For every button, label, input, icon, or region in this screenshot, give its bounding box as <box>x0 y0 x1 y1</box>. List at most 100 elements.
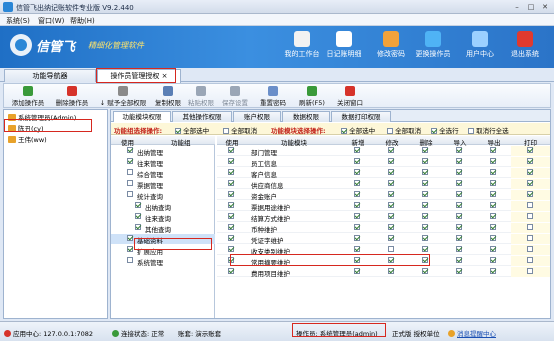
permission-checkbox[interactable] <box>526 224 533 230</box>
function-row[interactable]: 资金账户 <box>217 190 550 201</box>
function-row[interactable]: 收支类别维护 <box>217 245 550 256</box>
permission-checkbox[interactable] <box>422 180 428 186</box>
nav-button-5[interactable]: 退出系统 <box>505 29 545 66</box>
tab-account-permissions[interactable]: 账户权限 <box>233 111 281 122</box>
nav-button-1[interactable]: 日记账明细 <box>324 29 364 66</box>
use-checkbox[interactable] <box>228 257 234 263</box>
permission-checkbox[interactable] <box>388 169 394 175</box>
operator-node-ww[interactable]: 王伟(ww) <box>8 134 47 144</box>
group-checkbox[interactable] <box>127 235 133 241</box>
group-checkbox[interactable] <box>135 202 141 208</box>
nav-button-2[interactable]: 修改密码 <box>371 29 411 66</box>
tab-data-permissions[interactable]: 数据权限 <box>282 111 330 122</box>
function-row[interactable]: 凭证字维护 <box>217 234 550 245</box>
use-checkbox[interactable] <box>228 268 234 274</box>
permission-checkbox[interactable] <box>526 213 533 219</box>
permission-checkbox[interactable] <box>456 268 462 274</box>
module-cancel-all[interactable]: 全部取消 <box>387 125 421 135</box>
use-checkbox[interactable] <box>228 191 234 197</box>
module-group-row[interactable]: 系统管理 <box>111 256 215 267</box>
permission-checkbox[interactable] <box>456 246 462 252</box>
permission-checkbox[interactable] <box>388 180 394 186</box>
group-checkbox[interactable] <box>135 224 141 230</box>
module-group-row[interactable]: 综合管理 <box>111 168 215 179</box>
toolbar-button-6[interactable]: 重置密码 <box>254 85 292 107</box>
group-checkbox[interactable] <box>127 180 133 186</box>
permission-checkbox[interactable] <box>490 158 496 164</box>
permission-checkbox[interactable] <box>456 169 462 175</box>
permission-checkbox[interactable] <box>526 191 533 197</box>
module-group-row[interactable]: 出纳查询 <box>111 201 215 212</box>
select-all-rows[interactable]: 全选行 <box>431 125 459 135</box>
toolbar-button-1[interactable]: 删除操作员 <box>52 85 92 107</box>
permission-checkbox[interactable] <box>490 202 496 208</box>
use-checkbox[interactable] <box>228 246 234 252</box>
permission-checkbox[interactable] <box>354 191 360 197</box>
nav-button-4[interactable]: 用户中心 <box>460 29 500 66</box>
permission-checkbox[interactable] <box>354 224 360 230</box>
permission-checkbox[interactable] <box>388 158 394 164</box>
permission-checkbox[interactable] <box>456 213 462 219</box>
permission-checkbox[interactable] <box>490 213 496 219</box>
tab-close-icon[interactable]: × <box>162 72 168 80</box>
permission-checkbox[interactable] <box>490 268 496 274</box>
permission-checkbox[interactable] <box>354 268 360 274</box>
module-select-all[interactable]: 全部选中 <box>341 125 375 135</box>
permission-checkbox[interactable] <box>388 213 394 219</box>
module-group-row[interactable]: 出纳管理 <box>111 146 215 157</box>
permission-checkbox[interactable] <box>526 235 533 241</box>
permission-checkbox[interactable] <box>490 147 496 153</box>
permission-checkbox[interactable] <box>490 180 496 186</box>
operator-node-cy[interactable]: 陈丑(cy) <box>8 123 44 133</box>
use-checkbox[interactable] <box>228 213 234 219</box>
tab-function-navigator[interactable]: 功能导航器 <box>4 69 96 82</box>
minimize-icon[interactable]: – <box>510 2 524 12</box>
function-row[interactable]: 票据用途维护 <box>217 201 550 212</box>
permission-checkbox[interactable] <box>388 191 394 197</box>
permission-checkbox[interactable] <box>526 246 533 252</box>
group-checkbox[interactable] <box>127 147 133 153</box>
operator-node-admin[interactable]: 系统管理员(Admin) <box>8 112 76 122</box>
permission-checkbox[interactable] <box>526 202 533 208</box>
permission-checkbox[interactable] <box>526 180 533 186</box>
group-select-all[interactable]: 全部选中 <box>175 125 209 135</box>
permission-checkbox[interactable] <box>388 147 394 153</box>
use-checkbox[interactable] <box>228 235 234 241</box>
module-group-row[interactable]: 扩展应用 <box>111 245 215 256</box>
permission-checkbox[interactable] <box>388 202 394 208</box>
permission-checkbox[interactable] <box>354 147 360 153</box>
permission-checkbox[interactable] <box>422 246 428 252</box>
module-group-row[interactable]: 往来管理 <box>111 157 215 168</box>
function-row[interactable]: 员工信息 <box>217 157 550 168</box>
permission-checkbox[interactable] <box>526 158 533 164</box>
permission-checkbox[interactable] <box>422 158 428 164</box>
module-group-row[interactable]: 其他查询 <box>111 223 215 234</box>
permission-checkbox[interactable] <box>490 191 496 197</box>
use-checkbox[interactable] <box>228 158 234 164</box>
permission-checkbox[interactable] <box>526 257 533 263</box>
permission-checkbox[interactable] <box>490 235 496 241</box>
group-checkbox[interactable] <box>127 169 133 175</box>
permission-checkbox[interactable] <box>354 235 360 241</box>
permission-checkbox[interactable] <box>456 147 462 153</box>
permission-checkbox[interactable] <box>456 180 462 186</box>
permission-checkbox[interactable] <box>388 235 394 241</box>
permission-checkbox[interactable] <box>456 257 462 263</box>
nav-button-3[interactable]: 更换操作员 <box>413 29 453 66</box>
tab-module-permissions[interactable]: 功能模块权限 <box>113 111 171 122</box>
permission-checkbox[interactable] <box>388 268 394 274</box>
permission-checkbox[interactable] <box>388 257 394 263</box>
cancel-all-rows[interactable]: 取消行全选 <box>468 125 509 135</box>
toolbar-button-7[interactable]: 刷新(F5) <box>294 85 330 107</box>
use-checkbox[interactable] <box>228 180 234 186</box>
module-group-row[interactable]: 基础资料 <box>111 234 215 245</box>
permission-checkbox[interactable] <box>526 147 533 153</box>
tab-other-permissions[interactable]: 其他操作权限 <box>172 111 232 122</box>
module-group-row[interactable]: 往来查询 <box>111 212 215 223</box>
permission-checkbox[interactable] <box>456 224 462 230</box>
toolbar-button-8[interactable]: 关闭窗口 <box>332 85 368 107</box>
tab-print-permissions[interactable]: 数据打印权限 <box>331 111 391 122</box>
module-group-row[interactable]: 票据管理 <box>111 179 215 190</box>
menu-help[interactable]: 帮助(H) <box>70 16 95 26</box>
toolbar-button-3[interactable]: 复制权限 <box>152 85 184 107</box>
